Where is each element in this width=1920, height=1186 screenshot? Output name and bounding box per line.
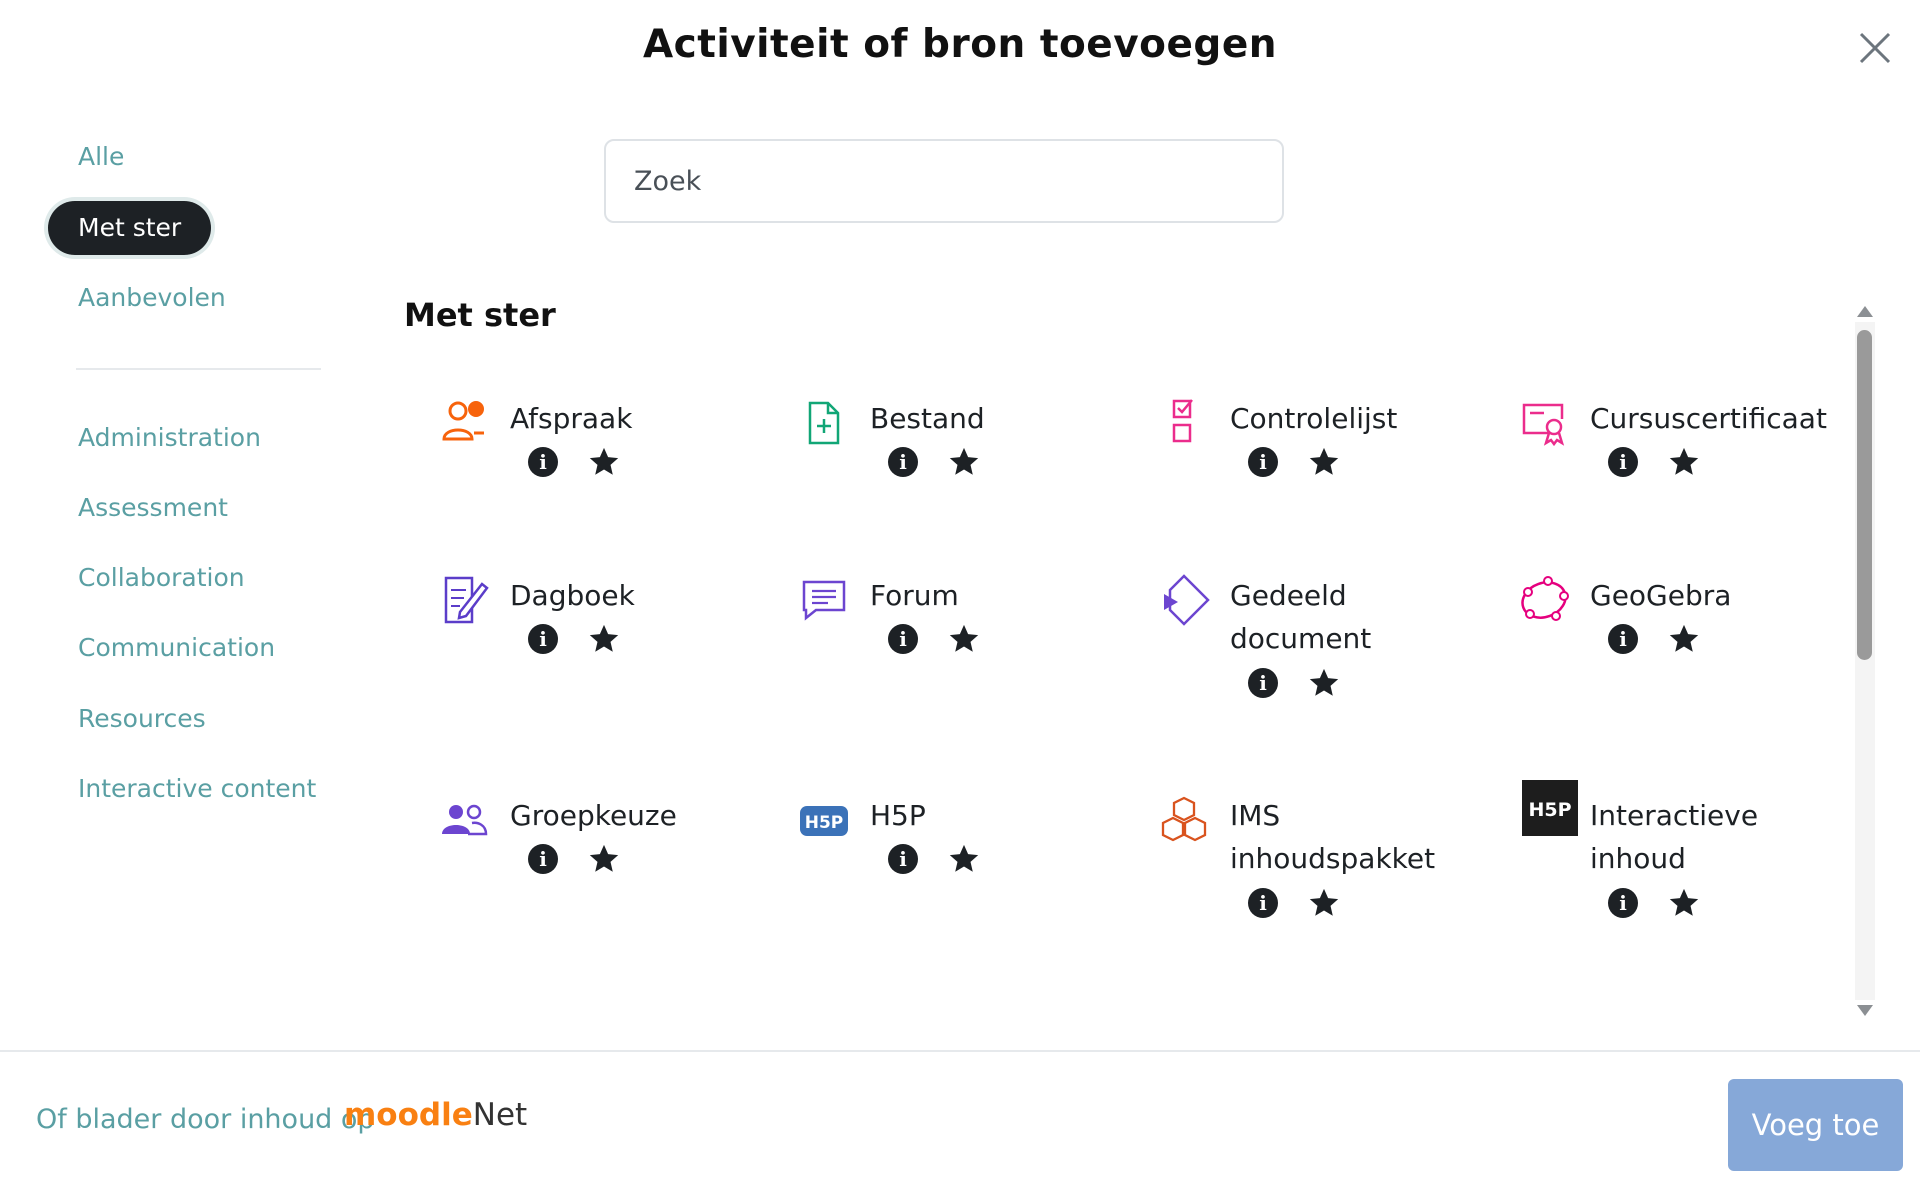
info-icon[interactable]: i bbox=[1248, 668, 1278, 698]
nav-item-collaboration[interactable]: Collaboration bbox=[48, 551, 275, 605]
certificate-icon bbox=[1522, 403, 1565, 447]
nav-divider bbox=[76, 368, 321, 370]
appointment-icon bbox=[442, 401, 484, 441]
geogebra-icon bbox=[1521, 576, 1569, 621]
scroll-down-arrow[interactable] bbox=[1857, 1005, 1873, 1016]
activity-item: H5P H5P i bbox=[760, 794, 1100, 994]
forum-icon bbox=[802, 580, 846, 621]
nav-item-recommended[interactable]: Aanbevolen bbox=[48, 271, 256, 325]
add-button[interactable]: Voeg toe bbox=[1728, 1079, 1903, 1171]
star-icon[interactable] bbox=[947, 622, 981, 656]
activity-item: IMS inhoudspakket i bbox=[1120, 794, 1460, 994]
activity-item: Groepkeuze i bbox=[400, 794, 740, 994]
activity-item: Bestand i bbox=[760, 397, 1100, 597]
activity-name[interactable]: Dagboek bbox=[510, 574, 750, 617]
activity-item: Forum i bbox=[760, 574, 1100, 774]
nav-item-all[interactable]: Alle bbox=[48, 130, 154, 184]
info-icon[interactable]: i bbox=[1248, 447, 1278, 477]
nav-item-communication[interactable]: Communication bbox=[48, 621, 305, 675]
scroll-up-arrow[interactable] bbox=[1857, 306, 1873, 317]
ims-package-icon bbox=[1161, 796, 1207, 842]
star-icon[interactable] bbox=[947, 445, 981, 479]
nav-item-assessment[interactable]: Assessment bbox=[48, 481, 258, 535]
journal-icon bbox=[444, 576, 489, 624]
h5p-black-icon: H5P bbox=[1522, 780, 1578, 836]
activity-name[interactable]: IMS inhoudspakket bbox=[1230, 794, 1470, 880]
checklist-icon bbox=[1172, 399, 1193, 443]
star-icon[interactable] bbox=[1667, 445, 1701, 479]
star-icon[interactable] bbox=[1307, 666, 1341, 700]
moodlenet-browse-link[interactable]: Of blader door inhoud op bbox=[36, 1104, 375, 1135]
activity-name[interactable]: Groepkeuze bbox=[510, 794, 750, 837]
activity-name[interactable]: Forum bbox=[870, 574, 1110, 617]
activity-name[interactable]: Controlelijst bbox=[1230, 397, 1470, 440]
star-icon[interactable] bbox=[1307, 445, 1341, 479]
activity-item: GeoGebra i bbox=[1480, 574, 1820, 774]
activity-name[interactable]: Afspraak bbox=[510, 397, 750, 440]
search-input[interactable] bbox=[604, 139, 1284, 223]
file-icon bbox=[808, 401, 840, 445]
activity-item: Controlelijst i bbox=[1120, 397, 1460, 597]
nav-item-administration[interactable]: Administration bbox=[48, 411, 291, 465]
nav-item-starred[interactable]: Met ster bbox=[48, 201, 212, 255]
moodlenet-logo-moodle: moodle bbox=[344, 1097, 473, 1133]
info-icon[interactable]: i bbox=[1608, 447, 1638, 477]
activity-item: Cursuscertificaat i bbox=[1480, 397, 1827, 597]
scrollbar-thumb[interactable] bbox=[1857, 330, 1872, 660]
activity-name[interactable]: Gedeeld document bbox=[1230, 574, 1470, 660]
footer-divider bbox=[0, 1050, 1920, 1052]
info-icon[interactable]: i bbox=[1608, 888, 1638, 918]
modal-header: Activiteit of bron toevoegen bbox=[0, 0, 1920, 100]
moodlenet-logo[interactable]: moodleNet bbox=[344, 1097, 527, 1133]
star-icon[interactable] bbox=[587, 445, 621, 479]
activity-name[interactable]: Cursuscertificaat bbox=[1590, 397, 1830, 440]
star-icon[interactable] bbox=[587, 622, 621, 656]
info-icon[interactable]: i bbox=[888, 624, 918, 654]
star-icon[interactable] bbox=[1667, 622, 1701, 656]
star-icon[interactable] bbox=[1667, 886, 1701, 920]
star-icon[interactable] bbox=[1307, 886, 1341, 920]
info-icon[interactable]: i bbox=[1608, 624, 1638, 654]
info-icon[interactable]: i bbox=[888, 844, 918, 874]
nav-item-interactive-content[interactable]: Interactive content bbox=[48, 762, 346, 816]
svg-text:H5P: H5P bbox=[805, 813, 844, 833]
activity-item: H5P Interactieve inhoud i bbox=[1480, 780, 1820, 994]
activity-name[interactable]: Bestand bbox=[870, 397, 1110, 440]
activity-item: Dagboek i bbox=[400, 574, 740, 774]
info-icon[interactable]: i bbox=[528, 844, 558, 874]
activity-name[interactable]: H5P bbox=[870, 794, 1110, 837]
moodlenet-logo-net: Net bbox=[472, 1097, 528, 1133]
star-icon[interactable] bbox=[947, 842, 981, 876]
activity-name[interactable]: GeoGebra bbox=[1590, 574, 1830, 617]
svg-text:H5P: H5P bbox=[1528, 799, 1571, 821]
info-icon[interactable]: i bbox=[528, 624, 558, 654]
group-choice-icon bbox=[442, 804, 488, 836]
activity-item: Afspraak i bbox=[400, 397, 740, 597]
activity-grid: Afspraak i Bestand i Controlelijst i Cur… bbox=[400, 370, 1850, 1023]
info-icon[interactable]: i bbox=[528, 447, 558, 477]
shared-document-icon bbox=[1164, 574, 1210, 626]
info-icon[interactable]: i bbox=[888, 447, 918, 477]
info-icon[interactable]: i bbox=[1248, 888, 1278, 918]
star-icon[interactable] bbox=[587, 842, 621, 876]
h5p-icon: H5P bbox=[800, 806, 848, 836]
modal-title: Activiteit of bron toevoegen bbox=[642, 22, 1278, 67]
nav-item-resources[interactable]: Resources bbox=[48, 692, 236, 746]
close-icon[interactable] bbox=[1855, 28, 1895, 68]
section-title: Met ster bbox=[404, 296, 556, 334]
activity-item: Gedeeld document i bbox=[1120, 574, 1460, 774]
activity-name[interactable]: Interactieve inhoud bbox=[1590, 794, 1830, 880]
